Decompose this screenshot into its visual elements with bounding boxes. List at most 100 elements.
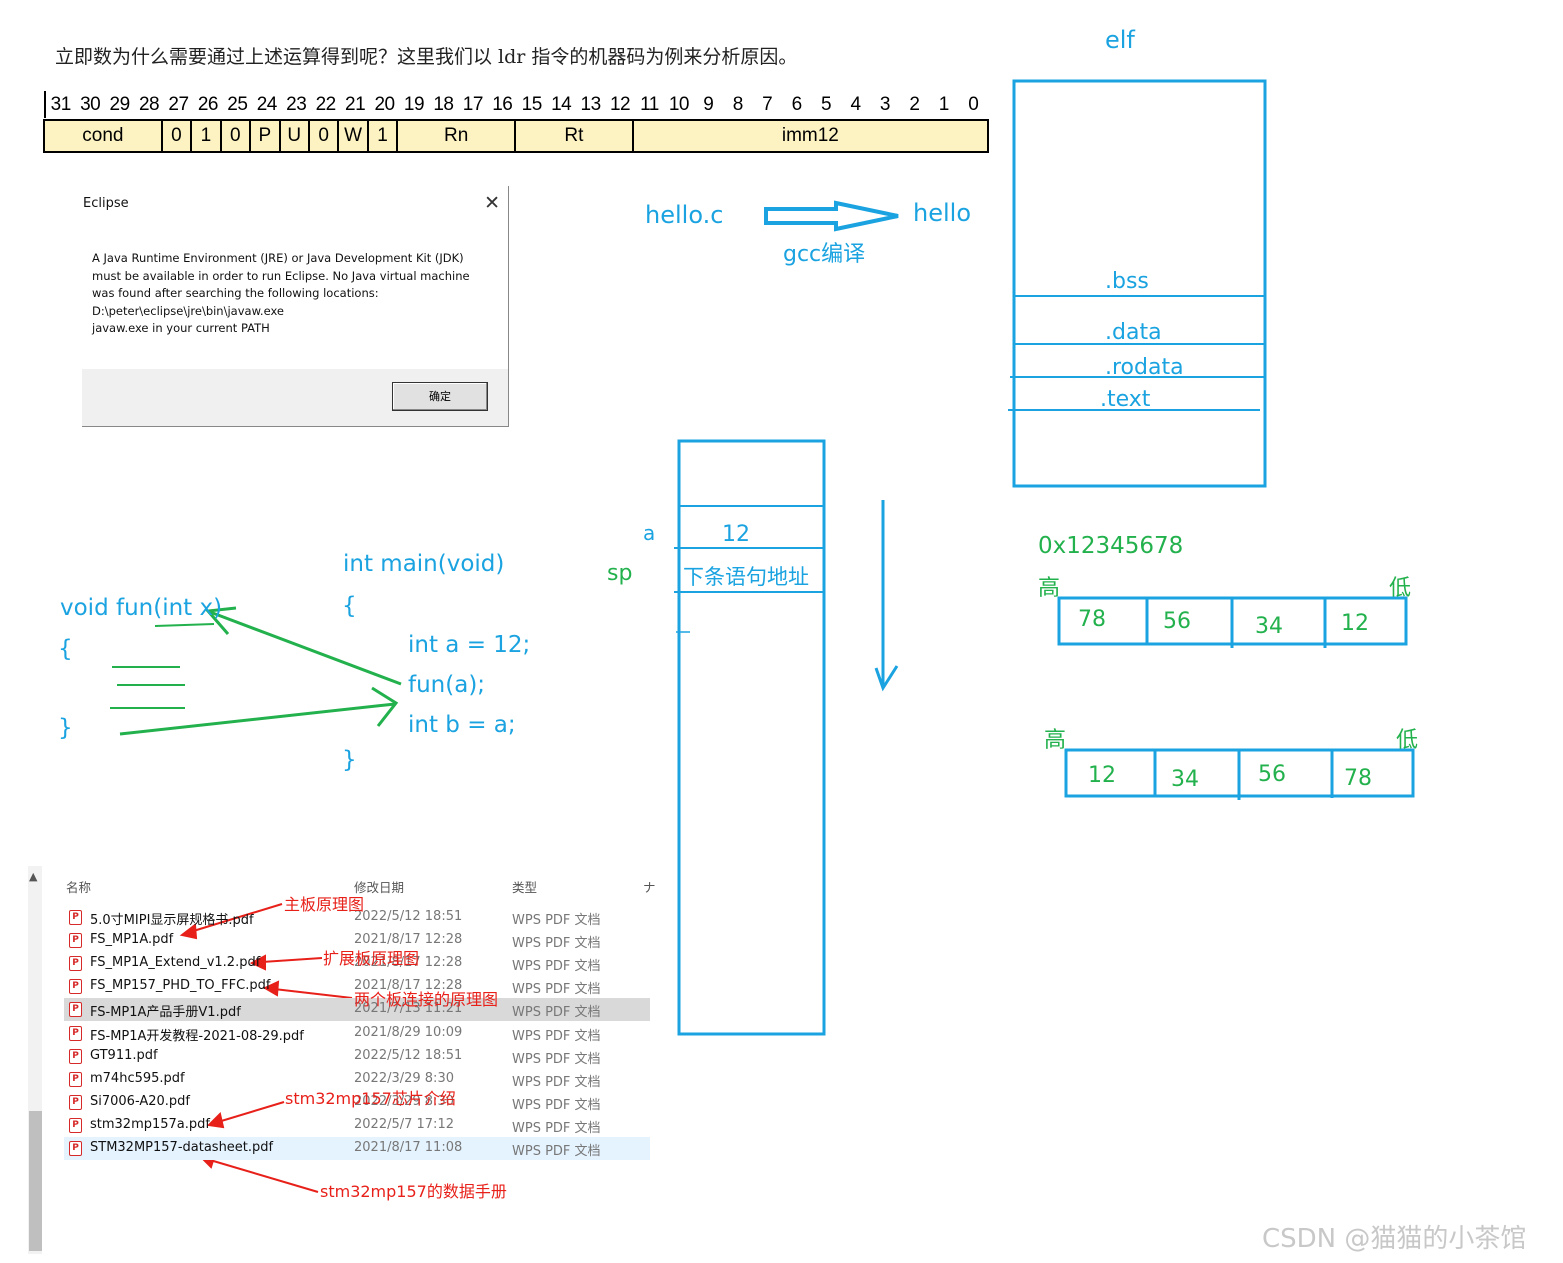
fun-close-brace: }	[58, 715, 73, 741]
encoding-field: 0	[222, 121, 252, 151]
bit-number: 2	[909, 94, 920, 115]
encoding-field: Rt	[516, 121, 634, 151]
eclipse-dialog: Eclipse ✕ A Java Runtime Environment (JR…	[82, 186, 509, 427]
file-type: WPS PDF 文档	[512, 1028, 601, 1044]
fun-body-lines	[110, 623, 215, 709]
file-date: 2021/8/29 10:09	[354, 1024, 463, 1040]
file-date: 2022/5/7 17:12	[354, 1116, 454, 1132]
scroll-up-icon[interactable]: ▲	[29, 870, 37, 883]
endian-low-label-2: 低	[1396, 728, 1419, 753]
file-type: WPS PDF 文档	[512, 982, 601, 998]
endian-row1-byte: 56	[1163, 609, 1191, 634]
endian-row2-byte: 34	[1171, 767, 1199, 792]
bit-number: 15	[521, 94, 543, 115]
pdf-file-icon: P	[69, 1048, 82, 1064]
file-row[interactable]: P STM32MP157-datasheet.pdf 2021/8/17 11:08…	[64, 1137, 650, 1160]
file-name: Si7006-A20.pdf	[90, 1093, 191, 1109]
output-file-label: hello	[913, 199, 971, 227]
stack-pointer-label: sp	[607, 561, 633, 586]
bit-number: 22	[315, 94, 337, 115]
encoding-field: P	[251, 121, 281, 151]
bit-number: 25	[227, 94, 248, 115]
ok-button[interactable]: 确定	[392, 382, 488, 411]
bit-number: 16	[492, 94, 513, 115]
scrollbar[interactable]: ▲	[28, 866, 42, 1254]
intro-text: 立即数为什么需要通过上述运算得到呢？这里我们以 ldr 指令的机器码为例来分析原…	[55, 46, 798, 68]
annotation-label: 两个板连接的原理图	[354, 990, 499, 1009]
file-name: stm32mp157a.pdf	[90, 1116, 210, 1132]
pdf-file-icon: P	[69, 1025, 82, 1041]
bit-number: 1	[938, 94, 950, 115]
fun-signature: void fun(int x)	[60, 595, 223, 621]
file-date: 2022/5/12 18:51	[354, 909, 463, 924]
endian-low-label-1: 低	[1389, 576, 1412, 601]
annotation-label: 扩展板原理图	[323, 949, 420, 968]
encoding-field: 0	[163, 121, 193, 151]
encoding-field: cond	[45, 121, 163, 151]
pdf-file-icon: P	[69, 1002, 82, 1018]
pdf-file-icon: P	[69, 979, 82, 995]
elf-section-text: .text	[1100, 387, 1151, 412]
endian-row2-byte: 56	[1258, 762, 1286, 787]
endian-row2-byte: 12	[1088, 763, 1116, 788]
source-file-label: hello.c	[645, 201, 724, 229]
column-header-size[interactable]: ナ	[643, 877, 656, 896]
bit-number: 11	[640, 94, 659, 115]
column-header-type[interactable]: 类型	[512, 877, 537, 896]
pdf-file-icon: P	[69, 1094, 82, 1110]
bit-number-row: 31 30 29 28 27 26 25 24 23 22 21 20 19 18 17 16 15 14 13 12…	[44, 91, 988, 118]
encoding-field: U	[281, 121, 310, 151]
file-name: FS_MP1A.pdf	[90, 932, 174, 948]
main-line-3: int b = a;	[408, 712, 516, 738]
bit-number: 5	[821, 94, 832, 115]
file-type: WPS PDF 文档	[512, 936, 601, 952]
endian-value: 0x12345678	[1038, 533, 1184, 559]
annotation-label: stm32mp157的数据手册	[320, 1182, 507, 1201]
bit-number: 29	[109, 94, 131, 115]
call-arrow	[204, 606, 402, 686]
bit-number: 27	[168, 94, 189, 115]
bit-number: 3	[879, 94, 891, 115]
close-icon[interactable]: ✕	[484, 192, 500, 214]
column-header-name[interactable]: 名称	[66, 877, 91, 896]
compile-arrow	[764, 200, 899, 232]
pdf-file-icon: P	[69, 1071, 82, 1087]
scrollbar-thumb[interactable]	[29, 1111, 42, 1251]
endian-row2-byte: 78	[1344, 766, 1372, 791]
bit-number: 13	[580, 94, 602, 115]
pdf-file-icon: P	[69, 956, 82, 972]
file-type: WPS PDF 文档	[512, 1144, 601, 1159]
file-type: WPS PDF 文档	[512, 1120, 601, 1136]
bit-number: 10	[668, 94, 690, 115]
bit-number: 9	[703, 94, 714, 115]
stack-growth-arrow	[874, 500, 899, 692]
file-name: m74hc595.pdf	[90, 1070, 185, 1086]
pdf-file-icon: P	[69, 1141, 82, 1156]
file-name: STM32MP157-datasheet.pdf	[90, 1140, 274, 1155]
encoding-field: Rn	[398, 121, 516, 151]
watermark: CSDN @猫猫的小茶馆	[1262, 1224, 1527, 1254]
file-row[interactable]: Pstm32mp157a.pdf 2022/5/7 17:12 WPS PDF 文档	[64, 1114, 650, 1137]
main-line-1: int a = 12;	[408, 632, 531, 658]
fun-open-brace: {	[58, 636, 73, 662]
bit-number: 26	[197, 94, 219, 115]
file-name: 5.0寸MIPI显示屏规格书.pdf	[90, 913, 254, 928]
file-row[interactable]: P GT911.pdf 2022/5/12 18:51 WPS PDF 文档	[64, 1045, 650, 1068]
file-type: WPS PDF 文档	[512, 1051, 601, 1067]
file-row[interactable]: P FS-MP1A开发教程-2021-08-29.pdf 2021/8/29 10:…	[64, 1022, 650, 1045]
bit-number: 24	[256, 94, 278, 115]
endian-row1-byte: 34	[1255, 614, 1283, 639]
elf-section-rodata: .rodata	[1105, 355, 1184, 380]
bit-number: 14	[551, 94, 572, 115]
file-name: FS-MP1A开发教程-2021-08-29.pdf	[90, 1028, 304, 1044]
bit-number: 6	[791, 94, 803, 115]
file-type: WPS PDF 文档	[512, 1074, 601, 1090]
endian-row1-byte: 12	[1341, 611, 1369, 636]
bit-number: 8	[732, 94, 744, 115]
encoding-field: 1	[369, 121, 399, 151]
endian-high-label-2: 高	[1044, 728, 1067, 753]
file-date: 2021/8/17 11:08	[354, 1140, 463, 1155]
file-type: WPS PDF 文档	[512, 1097, 601, 1113]
endian-row1-byte: 78	[1078, 607, 1106, 632]
elf-section-data: .data	[1105, 320, 1162, 345]
